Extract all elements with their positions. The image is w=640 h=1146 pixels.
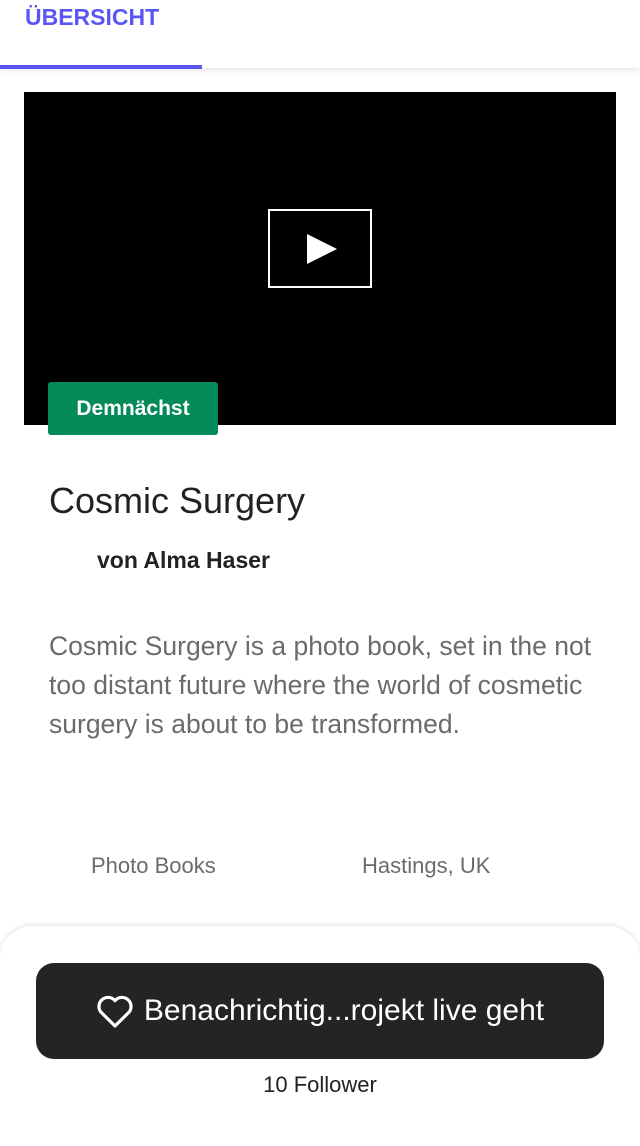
location-link[interactable]: Hastings, UK — [362, 853, 490, 879]
author-link[interactable]: von Alma Haser — [97, 547, 270, 574]
tab-overview[interactable]: ÜBERSICHT — [25, 4, 159, 31]
footer-panel: Benachrichtig...rojekt live geht 10 Foll… — [0, 926, 640, 1146]
follower-count: 10 Follower — [263, 1072, 377, 1097]
avatar[interactable] — [50, 543, 84, 577]
play-icon[interactable] — [268, 209, 372, 288]
status-badge: Demnächst — [48, 382, 218, 435]
tab-bar: ÜBERSICHT — [0, 0, 640, 69]
notify-label: Benachrichtig...rojekt live geht — [143, 994, 545, 1027]
video-player[interactable] — [24, 92, 616, 425]
project-title: Cosmic Surgery — [49, 480, 306, 521]
project-description: Cosmic Surgery is a photo book, set in t… — [49, 631, 592, 739]
category-link[interactable]: Photo Books — [91, 853, 216, 879]
heart-icon — [97, 995, 133, 1028]
notify-button[interactable]: Benachrichtig...rojekt live geht — [36, 963, 604, 1059]
active-tab-indicator — [0, 65, 202, 69]
